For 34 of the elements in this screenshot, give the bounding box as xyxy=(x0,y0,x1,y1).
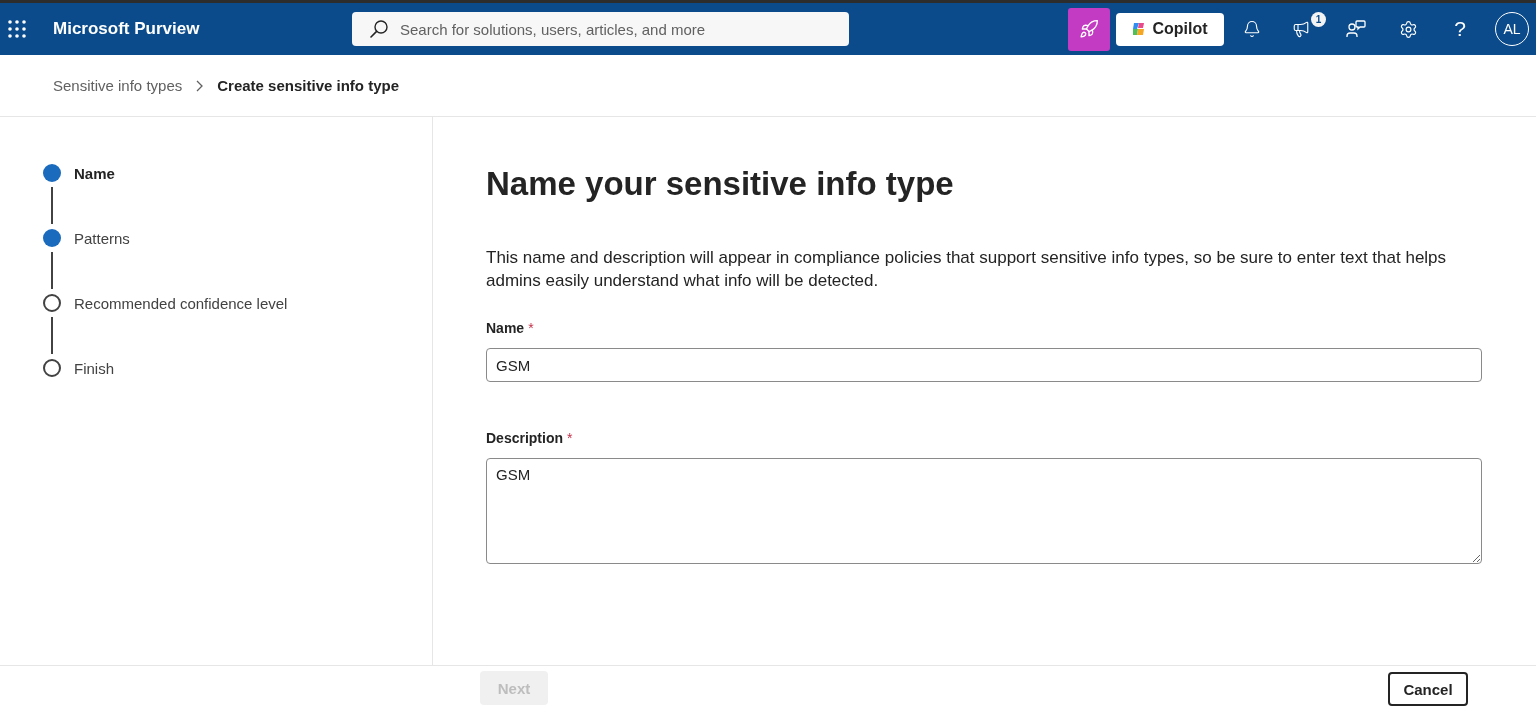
copilot-logo-icon xyxy=(1132,22,1147,36)
megaphone-icon[interactable] xyxy=(1292,20,1310,38)
search-field[interactable]: Search for solutions, users, articles, and more xyxy=(352,12,849,46)
field-label: Name xyxy=(486,320,525,336)
cancel-button[interactable]: Cancel xyxy=(1388,672,1468,706)
bell-icon[interactable] xyxy=(1243,20,1261,38)
app-launcher-icon[interactable] xyxy=(8,20,26,38)
breadcrumb-link[interactable]: Sensitive info types xyxy=(53,77,183,94)
step-connector xyxy=(51,187,53,224)
name-input[interactable]: GSM xyxy=(486,348,1482,382)
step-label[interactable]: Recommended confidence level xyxy=(74,294,288,312)
step-label[interactable]: Finish xyxy=(74,359,114,377)
search-input[interactable]: Search for solutions, users, articles, and more xyxy=(400,18,849,40)
field-label: Description xyxy=(486,430,563,446)
help-button[interactable]: ? xyxy=(1434,3,1486,55)
page-title: Name your sensitive info type xyxy=(486,164,955,204)
intro-text: This name and description will appear in compliance policies that support sensitive info types, so be sure to enter text that helps admins easily understand what info will be detected. xyxy=(486,247,1448,292)
copilot-button[interactable]: Copilot xyxy=(1116,12,1224,46)
app-title[interactable]: Microsoft Purview xyxy=(53,19,200,39)
rocket-icon xyxy=(1079,19,1099,39)
required-mark: * xyxy=(528,320,534,336)
required-mark: * xyxy=(567,430,573,446)
people-chat-icon[interactable] xyxy=(1346,19,1366,39)
step-connector xyxy=(51,252,53,289)
breadcrumb-current: Create sensitive info type xyxy=(217,77,399,94)
step-connector xyxy=(51,317,53,354)
notification-badge: 1 xyxy=(1311,12,1326,27)
step-label[interactable]: Patterns xyxy=(74,229,130,247)
step-label[interactable]: Name xyxy=(74,164,115,182)
chevron-right-icon xyxy=(196,79,204,92)
search-icon xyxy=(370,20,388,38)
rocket-button[interactable] xyxy=(1068,7,1110,51)
settings-icon[interactable] xyxy=(1398,19,1418,39)
description-textarea[interactable]: GSM xyxy=(486,458,1482,564)
